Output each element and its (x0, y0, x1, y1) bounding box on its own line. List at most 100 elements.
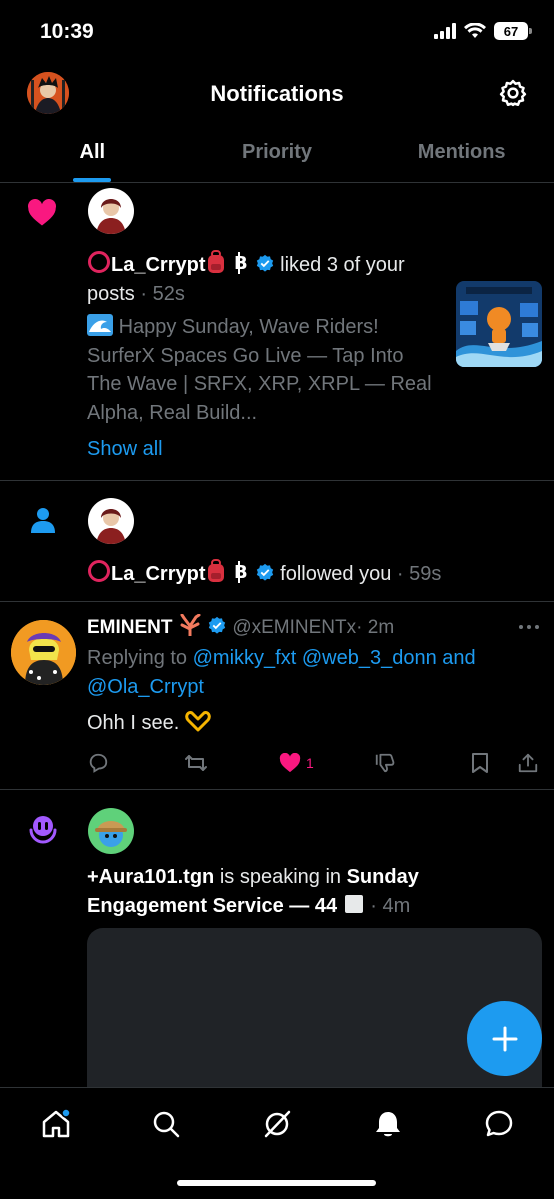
follow-notification[interactable]: La_Crrypt B followed you · 59s (0, 481, 554, 602)
home-icon (42, 1108, 71, 1138)
like-notification[interactable]: La_Crrypt B liked 3 of your posts · 52s … (0, 183, 554, 481)
verified-badge-icon (208, 616, 226, 634)
timestamp: · 52s (140, 283, 185, 305)
page-title: Notifications (210, 81, 344, 106)
thumbs-down-icon (375, 753, 395, 773)
backpack-icon (208, 559, 225, 582)
post-thumbnail[interactable] (456, 281, 542, 367)
share-button[interactable] (517, 750, 539, 776)
spaces-icon (29, 816, 57, 844)
post-actions: 1 (87, 750, 542, 776)
preview-line-2: SurferX Spaces Go Live — Tap Into (87, 344, 404, 367)
user-avatar[interactable] (88, 498, 134, 544)
user-name[interactable]: La_Crrypt (111, 254, 205, 276)
user-avatar[interactable] (88, 188, 134, 234)
red-circle-icon (88, 251, 110, 273)
bottom-nav (0, 1087, 554, 1199)
timestamp: · 4m (370, 895, 411, 917)
settings-button[interactable] (498, 78, 528, 108)
tab-mentions[interactable]: Mentions (369, 124, 554, 182)
mention-link[interactable]: @mikky_fxt (193, 647, 297, 669)
reply-header: EMINENT @xEMINENTx· 2m (87, 613, 507, 642)
show-all-link[interactable]: Show all (87, 435, 163, 464)
mention-and: and (442, 647, 476, 669)
nav-grok[interactable] (259, 1106, 295, 1142)
user-name[interactable]: +Aura101.tgn (87, 866, 214, 888)
user-avatar[interactable] (88, 808, 134, 854)
mention-link[interactable]: @Ola_Crrypt (87, 676, 204, 698)
svg-text:B: B (234, 562, 248, 583)
compose-button[interactable] (467, 1001, 542, 1076)
bell-icon (376, 1112, 400, 1137)
follow-action: followed you (280, 563, 392, 585)
reply-icon (89, 753, 108, 773)
gear-icon (499, 79, 527, 107)
space-action: is speaking in (219, 866, 342, 888)
timestamp: · 59s (396, 563, 442, 585)
share-icon (518, 753, 538, 773)
coral-icon (180, 614, 201, 636)
bitcoin-icon: B (234, 561, 248, 583)
dislike-button[interactable] (374, 750, 396, 776)
preview-line-4: Alpha, Real Build... (87, 401, 258, 424)
like-action-cont: posts (87, 283, 135, 305)
white-square-icon (344, 895, 363, 913)
bookmark-icon (472, 753, 488, 773)
reply-avatar[interactable] (11, 620, 76, 685)
avatar-image (88, 498, 134, 544)
status-icons: 67 (434, 22, 532, 40)
heart-hands-icon (185, 711, 211, 732)
nav-home[interactable] (38, 1106, 74, 1142)
nav-notifications[interactable] (370, 1106, 406, 1142)
status-time: 10:39 (40, 20, 94, 43)
repost-button[interactable] (184, 750, 208, 776)
space-name-cont[interactable]: Engagement Service — 44 (87, 895, 337, 917)
reply-button[interactable] (87, 750, 109, 776)
reply-text: Ohh I see. (87, 709, 517, 738)
space-card[interactable] (87, 928, 542, 1087)
mention-link[interactable]: @web_3_donn (302, 647, 437, 669)
preview-line-3: The Wave | SRFX, XRP, XRPL — Real (87, 373, 432, 395)
search-icon (153, 1111, 180, 1138)
messages-icon (485, 1110, 513, 1137)
more-options-icon[interactable] (518, 624, 540, 630)
thumbnail-image (456, 281, 542, 367)
space-text: +Aura101.tgn is speaking in Sunday Engag… (87, 863, 517, 921)
person-icon (31, 508, 55, 533)
heart-icon (28, 199, 56, 226)
backpack-icon (208, 250, 225, 273)
reply-notification[interactable]: EMINENT @xEMINENTx· 2m Replying to @mikk… (0, 602, 554, 790)
author-handle[interactable]: @xEMINENTx (232, 617, 356, 638)
nav-search[interactable] (148, 1106, 184, 1142)
replying-to-label: Replying to (87, 647, 188, 669)
like-text: La_Crrypt B liked 3 of your posts · 52s (87, 250, 447, 309)
avatar-image (11, 620, 76, 685)
space-name[interactable]: Sunday (347, 866, 419, 888)
follow-text: La_Crrypt B followed you · 59s (87, 559, 527, 589)
cellular-signal-icon (434, 23, 456, 39)
timestamp: · 2m (356, 617, 395, 638)
tab-all[interactable]: All (0, 124, 185, 182)
reply-body: Ohh I see. (87, 712, 180, 734)
tab-priority[interactable]: Priority (185, 124, 370, 182)
bitcoin-icon: B (234, 252, 248, 274)
post-preview[interactable]: Happy Sunday, Wave Riders! SurferX Space… (87, 313, 447, 427)
like-button[interactable]: 1 (279, 750, 314, 776)
verified-badge-icon (256, 563, 273, 581)
battery-icon: 67 (494, 22, 532, 40)
repost-icon (185, 755, 207, 771)
red-circle-icon (88, 560, 110, 582)
avatar-image (88, 808, 134, 854)
nav-messages[interactable] (481, 1106, 517, 1142)
like-count: 1 (306, 755, 314, 771)
like-action: liked 3 of your (280, 254, 405, 276)
preview-line-1: Happy Sunday, Wave Riders! (118, 316, 379, 338)
author-name[interactable]: EMINENT (87, 617, 173, 638)
user-name[interactable]: La_Crrypt (111, 563, 205, 585)
heart-filled-icon (279, 753, 301, 773)
bookmark-button[interactable] (470, 750, 490, 776)
top-header: Notifications (0, 64, 554, 124)
notification-tabs: All Priority Mentions (0, 124, 554, 183)
avatar-image (88, 188, 134, 234)
status-bar: 10:39 67 (0, 0, 554, 64)
